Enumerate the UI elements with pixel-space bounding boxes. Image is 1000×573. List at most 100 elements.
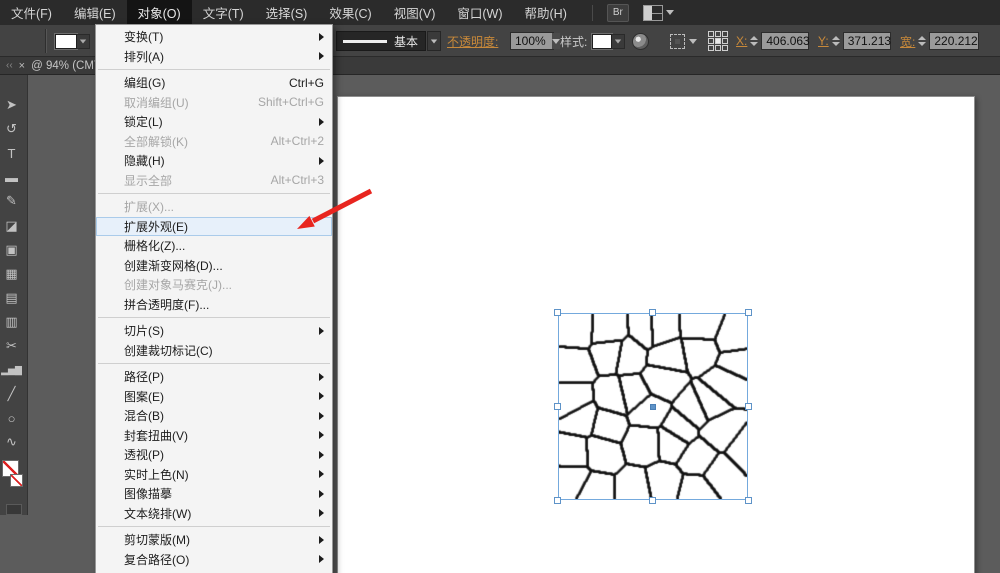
artboard-tool-icon[interactable]: ▣	[2, 238, 26, 262]
menu-item-group[interactable]: 编组(G)Ctrl+G	[96, 73, 332, 93]
menu-item-envelope-distort[interactable]: 封套扭曲(V)	[96, 426, 332, 446]
menu-effect[interactable]: 效果(C)	[318, 0, 382, 25]
selection-handle[interactable]	[554, 309, 561, 316]
bridge-button[interactable]: Br	[607, 4, 629, 22]
menu-item-path[interactable]: 路径(P)	[96, 367, 332, 387]
menu-item-pattern[interactable]: 图案(E)	[96, 387, 332, 407]
submenu-arrow-icon	[319, 490, 324, 498]
menu-object[interactable]: 对象(O)	[127, 0, 192, 25]
reference-point-locator[interactable]	[708, 31, 728, 51]
selection-handle[interactable]	[745, 309, 752, 316]
eraser-tool-icon[interactable]: ◪	[2, 213, 26, 237]
menu-item-transform[interactable]: 变换(T)	[96, 27, 332, 47]
menu-item-live-paint[interactable]: 实时上色(N)	[96, 465, 332, 485]
opacity-link[interactable]: 不透明度:	[447, 33, 498, 50]
width-label[interactable]: 宽:	[900, 33, 915, 50]
submenu-arrow-icon	[319, 431, 324, 439]
gradient-tool-icon[interactable]: ▥	[2, 310, 26, 334]
opacity-dropdown[interactable]	[552, 33, 560, 49]
menu-edit[interactable]: 编辑(E)	[63, 0, 127, 25]
divider	[45, 29, 46, 53]
graphic-style-swatch[interactable]	[592, 34, 612, 49]
chevron-down-icon[interactable]	[689, 39, 697, 44]
selection-handle[interactable]	[649, 497, 656, 504]
graphic-style-dropdown[interactable]	[612, 34, 625, 49]
pencil-tool-icon[interactable]: ✎	[2, 189, 26, 213]
y-stepper[interactable]	[832, 36, 840, 46]
menu-item-create-gradient-mesh[interactable]: 创建渐变网格(D)...	[96, 256, 332, 276]
menu-item-slice[interactable]: 切片(S)	[96, 321, 332, 341]
isolate-selection-icon[interactable]	[670, 34, 685, 49]
submenu-arrow-icon	[319, 555, 324, 563]
menu-select[interactable]: 选择(S)	[255, 0, 319, 25]
layout-icon	[643, 5, 663, 21]
fill-color-swatch[interactable]	[55, 34, 77, 49]
selected-artwork[interactable]	[558, 313, 748, 500]
fill-stroke-indicator[interactable]	[2, 460, 26, 496]
menu-item-create-trim-marks[interactable]: 创建裁切标记(C)	[96, 341, 332, 361]
graph-tool-icon[interactable]: ▂▅▇	[2, 358, 26, 382]
lasso-tool-icon[interactable]: ↺	[2, 117, 26, 141]
x-value: 406.063	[766, 34, 809, 48]
selection-handle[interactable]	[745, 497, 752, 504]
y-label[interactable]: Y:	[818, 34, 829, 48]
selection-center-point[interactable]	[650, 404, 656, 410]
stroke-style-dropdown[interactable]	[427, 31, 441, 51]
menu-item-hide[interactable]: 隐藏(H)	[96, 151, 332, 171]
submenu-arrow-icon	[319, 470, 324, 478]
menu-separator	[98, 363, 330, 364]
stroke-style-picker[interactable]: 基本	[336, 31, 426, 51]
zoom-tool-icon[interactable]: ○	[2, 406, 26, 430]
menu-item-flatten-transparency[interactable]: 拼合透明度(F)...	[96, 295, 332, 315]
type-tool-icon[interactable]: T	[2, 141, 26, 165]
selection-handle[interactable]	[554, 497, 561, 504]
stroke-none-icon[interactable]	[10, 474, 23, 487]
menu-item-compound-path[interactable]: 复合路径(O)	[96, 550, 332, 570]
menu-type[interactable]: 文字(T)	[192, 0, 255, 25]
perspective-grid-tool-icon[interactable]: ▦	[2, 262, 26, 286]
brush-tool-icon[interactable]: ╱	[2, 382, 26, 406]
menu-help[interactable]: 帮助(H)	[514, 0, 578, 25]
submenu-arrow-icon	[319, 509, 324, 517]
hand-tool-icon[interactable]: ∿	[2, 430, 26, 454]
menu-item-unlock-all: 全部解锁(K)Alt+Ctrl+2	[96, 132, 332, 152]
opacity-input[interactable]: 100%	[510, 32, 554, 50]
selection-handle[interactable]	[554, 403, 561, 410]
fill-color-dropdown[interactable]	[77, 34, 90, 49]
recolor-artwork-icon[interactable]	[632, 33, 649, 50]
tab-close-icon[interactable]: ×	[19, 60, 25, 72]
menu-window[interactable]: 窗口(W)	[446, 0, 513, 25]
menu-item-rasterize[interactable]: 栅格化(Z)...	[96, 236, 332, 256]
draw-mode-button[interactable]	[6, 504, 22, 515]
chevron-down-icon	[431, 39, 437, 43]
width-stepper[interactable]	[918, 36, 926, 46]
submenu-arrow-icon	[319, 412, 324, 420]
menu-item-expand-appearance[interactable]: 扩展外观(E)	[96, 217, 332, 237]
y-value: 371.213	[848, 34, 891, 48]
width-input[interactable]: 220.212	[929, 32, 979, 50]
tab-overflow-icon[interactable]: ‹‹	[6, 60, 13, 71]
menu-item-image-trace[interactable]: 图像描摹	[96, 484, 332, 504]
menu-file[interactable]: 文件(F)	[0, 0, 63, 25]
workspace-layout-button[interactable]	[643, 5, 674, 21]
menu-item-lock[interactable]: 锁定(L)	[96, 112, 332, 132]
y-input[interactable]: 371.213	[843, 32, 891, 50]
shape-builder-tool-icon[interactable]: ▤	[2, 286, 26, 310]
selection-tool-icon[interactable]: ➤	[2, 93, 26, 117]
menu-item-arrange[interactable]: 排列(A)	[96, 47, 332, 67]
illustrator-window: 文件(F) 编辑(E) 对象(O) 文字(T) 选择(S) 效果(C) 视图(V…	[0, 0, 1000, 573]
menu-item-clipping-mask[interactable]: 剪切蒙版(M)	[96, 530, 332, 550]
x-stepper[interactable]	[750, 36, 758, 46]
x-input[interactable]: 406.063	[761, 32, 809, 50]
scissors-tool-icon[interactable]: ✂	[2, 334, 26, 358]
menu-item-blend[interactable]: 混合(B)	[96, 406, 332, 426]
selection-handle[interactable]	[649, 309, 656, 316]
menu-item-perspective[interactable]: 透视(P)	[96, 445, 332, 465]
menu-separator	[98, 317, 330, 318]
selection-handle[interactable]	[745, 403, 752, 410]
menu-item-text-wrap[interactable]: 文本绕排(W)	[96, 504, 332, 524]
menu-view[interactable]: 视图(V)	[383, 0, 447, 25]
x-label[interactable]: X:	[736, 34, 747, 48]
rectangle-tool-icon[interactable]: ▬	[2, 165, 26, 189]
menu-item-create-object-mosaic: 创建对象马赛克(J)...	[96, 275, 332, 295]
